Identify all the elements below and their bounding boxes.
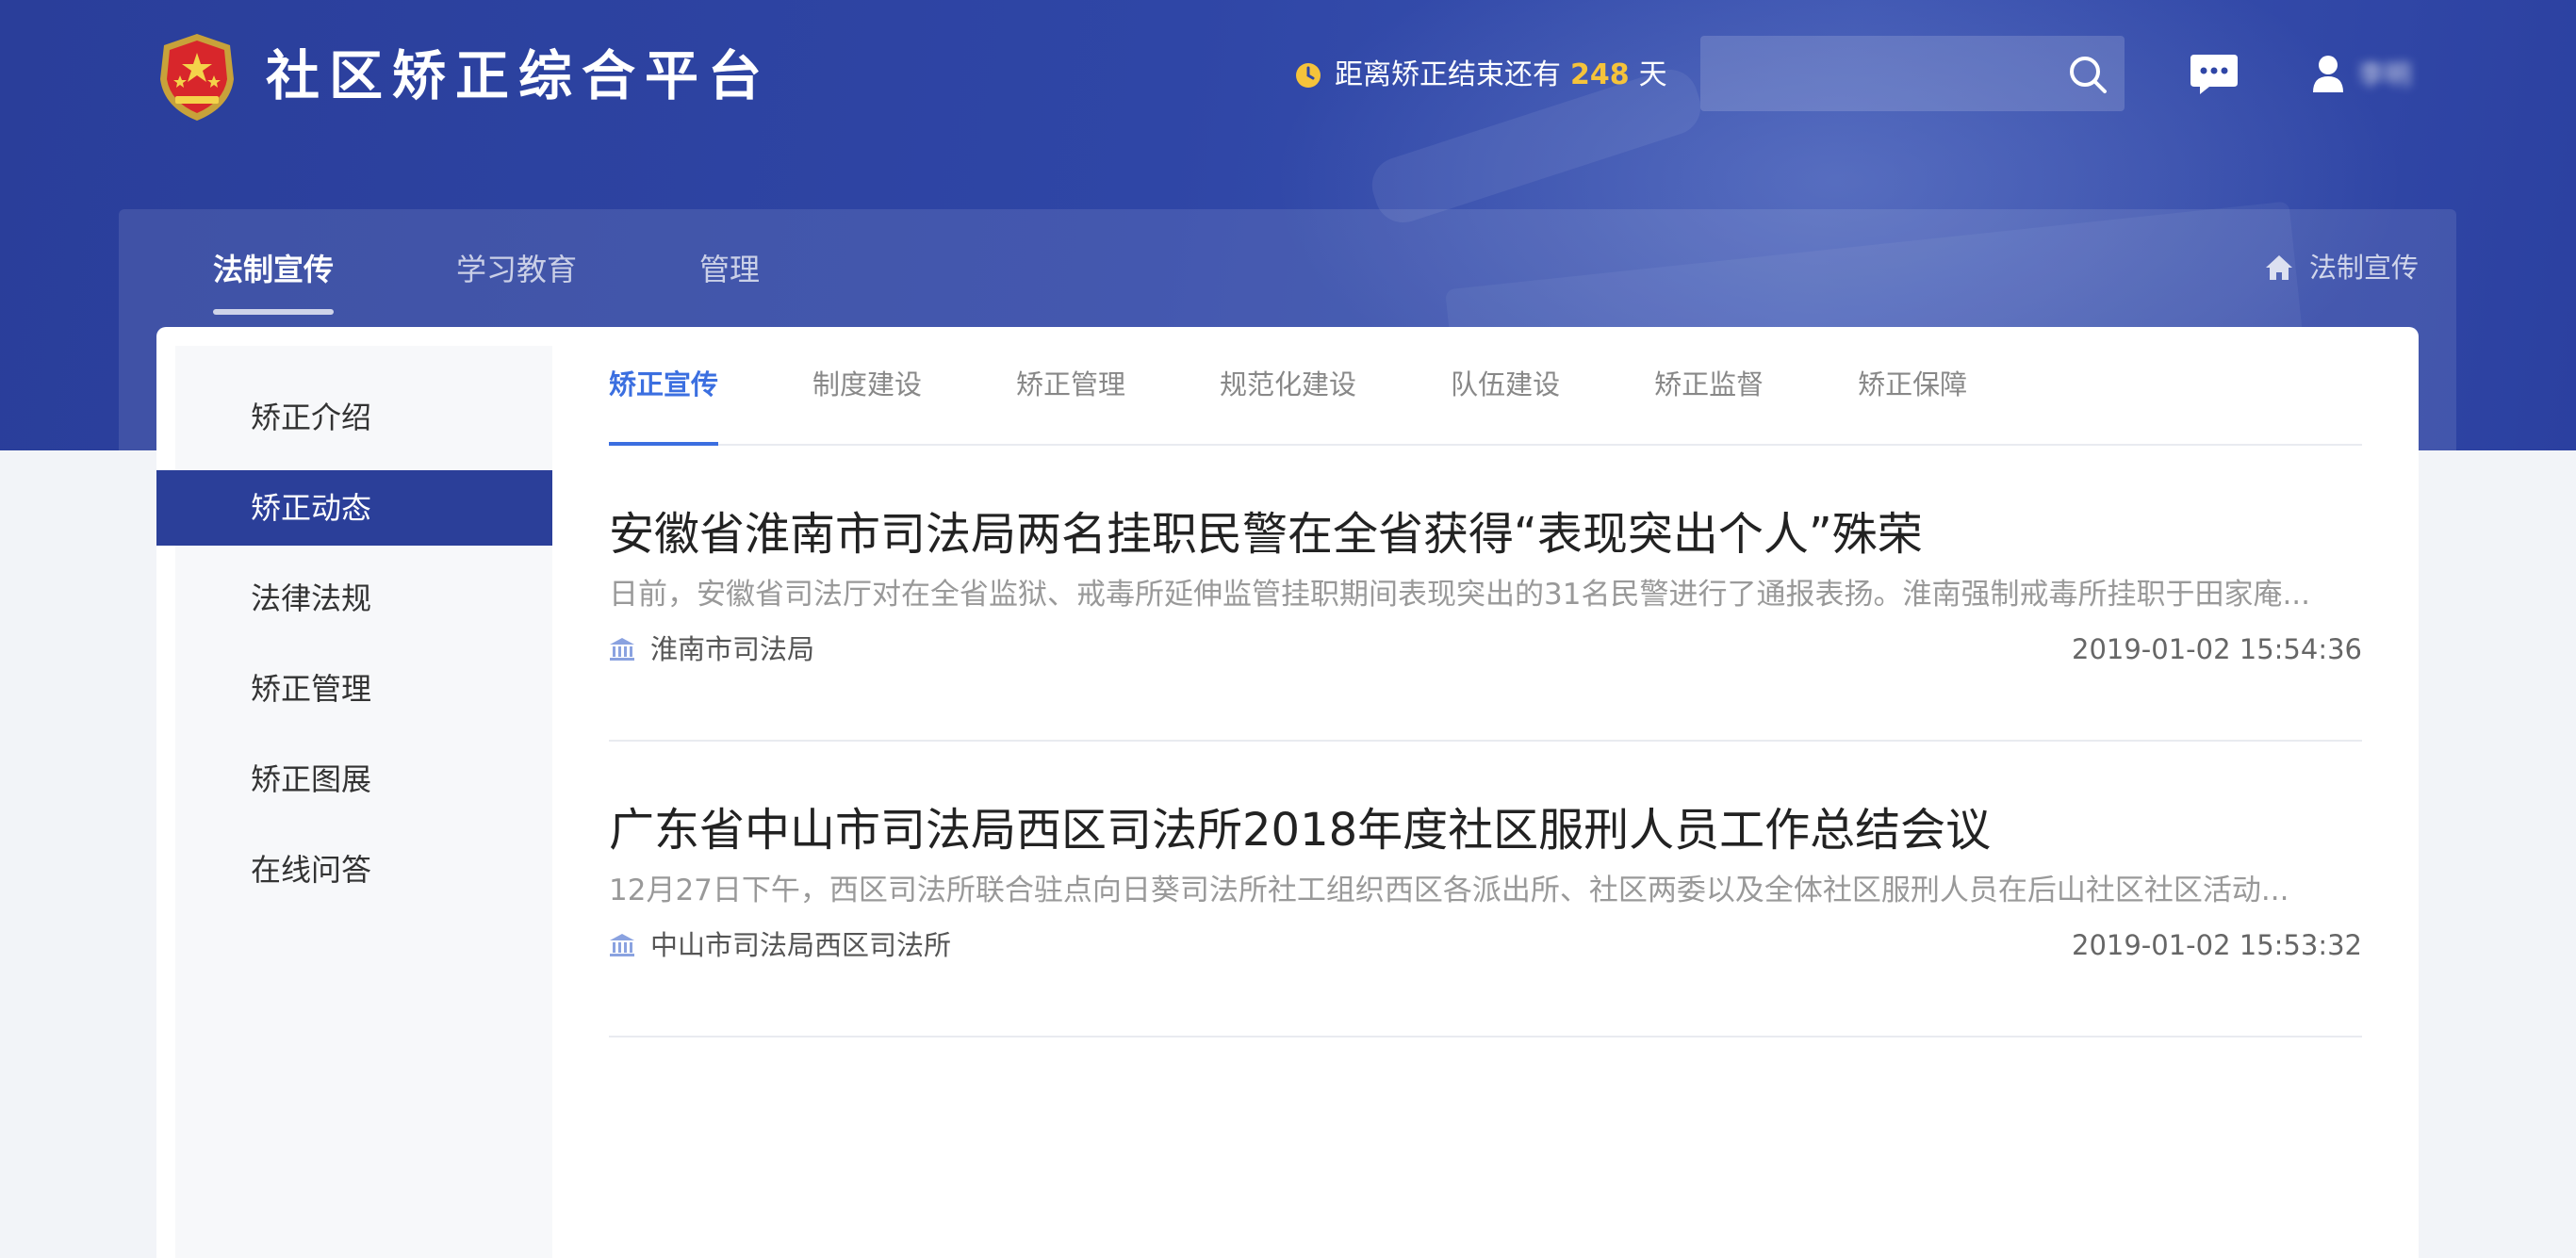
user-menu[interactable]: 李明 bbox=[2311, 51, 2411, 96]
top-nav-item-legal-publicity[interactable]: 法制宣传 bbox=[213, 243, 335, 315]
breadcrumb: 法制宣传 bbox=[2264, 247, 2419, 288]
article-time: 2019-01-02 15:53:32 bbox=[2072, 929, 2362, 961]
search-input[interactable] bbox=[1700, 36, 2068, 111]
search-icon[interactable] bbox=[2068, 55, 2108, 94]
sidebar-item-introduction[interactable]: 矫正介绍 bbox=[175, 380, 552, 455]
institution-icon bbox=[610, 638, 634, 661]
article-summary: 日前，安徽省司法厅对在全省监狱、戒毒所延伸监管挂职期间表现突出的31名民警进行了… bbox=[609, 578, 2311, 612]
top-nav-item-management[interactable]: 管理 bbox=[699, 243, 760, 315]
breadcrumb-current[interactable]: 法制宣传 bbox=[2309, 247, 2419, 288]
top-nav: 法制宣传 学习教育 管理 bbox=[213, 243, 882, 319]
home-icon[interactable] bbox=[2264, 253, 2294, 282]
article-title[interactable]: 广东省中山市司法局西区司法所2018年度社区服刑人员工作总结会议 bbox=[609, 792, 1991, 858]
article-item[interactable]: 广东省中山市司法局西区司法所2018年度社区服刑人员工作总结会议 12月27日下… bbox=[609, 742, 2362, 1037]
article-source: 淮南市司法局 bbox=[609, 630, 814, 668]
site-title: 社区矫正综合平台 bbox=[266, 45, 771, 107]
tab-standardization[interactable]: 规范化建设 bbox=[1220, 351, 1356, 444]
tab-guarantee[interactable]: 矫正保障 bbox=[1858, 351, 1967, 444]
sidebar-item-management[interactable]: 矫正管理 bbox=[175, 651, 552, 727]
article-source-name: 淮南市司法局 bbox=[650, 633, 815, 665]
user-icon bbox=[2313, 56, 2343, 92]
sidebar: 矫正介绍 矫正动态 法律法规 矫正管理 矫正图展 在线问答 bbox=[156, 346, 552, 1258]
sidebar-item-news[interactable]: 矫正动态 bbox=[156, 470, 552, 546]
tab-system-building[interactable]: 制度建设 bbox=[812, 351, 922, 444]
top-nav-item-education[interactable]: 学习教育 bbox=[456, 243, 577, 315]
article-item[interactable]: 安徽省淮南市司法局两名挂职民警在全省获得“表现突出个人”殊荣 日前，安徽省司法厅… bbox=[609, 446, 2362, 742]
article-source-name: 中山市司法局西区司法所 bbox=[650, 929, 952, 961]
clock-icon bbox=[1296, 63, 1321, 88]
tab-management[interactable]: 矫正管理 bbox=[1016, 351, 1125, 444]
content-area: 矫正宣传 制度建设 矫正管理 规范化建设 队伍建设 矫正监督 矫正保障 安徽省淮… bbox=[609, 327, 2362, 1258]
message-icon[interactable] bbox=[2189, 53, 2240, 96]
countdown-suffix: 天 bbox=[1638, 58, 1667, 91]
user-name: 李明 bbox=[2358, 59, 2412, 90]
search-box bbox=[1700, 36, 2125, 111]
article-summary: 12月27日下午，西区司法所联合驻点向日葵司法所社工组织西区各派出所、社区两委以… bbox=[609, 874, 2289, 907]
main-card: 矫正介绍 矫正动态 法律法规 矫正管理 矫正图展 在线问答 矫正宣传 制度建设 … bbox=[156, 327, 2419, 1258]
court-emblem-icon bbox=[160, 34, 234, 121]
sub-tabs: 矫正宣传 制度建设 矫正管理 规范化建设 队伍建设 矫正监督 矫正保障 bbox=[609, 351, 2362, 446]
sidebar-item-online-qa[interactable]: 在线问答 bbox=[175, 832, 552, 907]
article-time: 2019-01-02 15:54:36 bbox=[2072, 633, 2362, 665]
tab-team-building[interactable]: 队伍建设 bbox=[1451, 351, 1560, 444]
countdown: 距离矫正结束还有 248 天 bbox=[1295, 55, 1667, 96]
sidebar-item-gallery[interactable]: 矫正图展 bbox=[175, 742, 552, 817]
article-title[interactable]: 安徽省淮南市司法局两名挂职民警在全省获得“表现突出个人”殊荣 bbox=[609, 497, 1923, 563]
tab-supervision[interactable]: 矫正监督 bbox=[1654, 351, 1764, 444]
countdown-days: 248 bbox=[1570, 58, 1630, 91]
tab-publicity[interactable]: 矫正宣传 bbox=[609, 351, 719, 446]
sidebar-item-laws[interactable]: 法律法规 bbox=[175, 561, 552, 636]
countdown-prefix: 距离矫正结束还有 bbox=[1335, 58, 1561, 91]
header: 社区矫正综合平台 距离矫正结束还有 248 天 李明 bbox=[0, 0, 2576, 151]
article-source: 中山市司法局西区司法所 bbox=[609, 926, 951, 964]
institution-icon bbox=[610, 934, 634, 956]
